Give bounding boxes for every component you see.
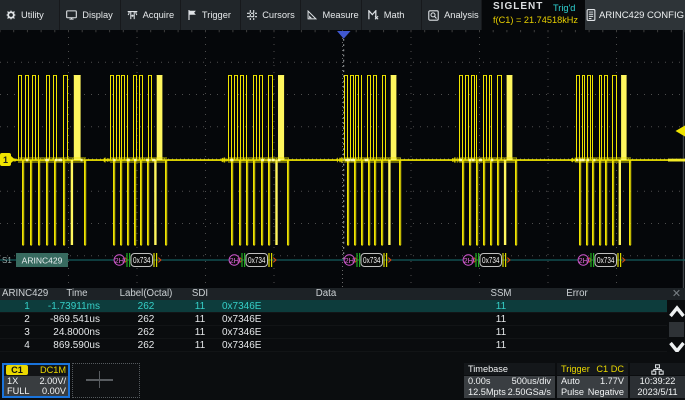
svg-text:0x734: 0x734	[482, 255, 500, 265]
svg-text:0x734: 0x734	[363, 255, 381, 265]
svg-text:2H: 2H	[115, 256, 125, 265]
svg-text:S1: S1	[2, 256, 12, 265]
svg-text:2H: 2H	[579, 256, 589, 265]
svg-text:1: 1	[3, 155, 8, 165]
svg-text:0x734: 0x734	[248, 255, 266, 265]
svg-text:0x734: 0x734	[597, 255, 615, 265]
svg-text:0x734: 0x734	[133, 255, 151, 265]
svg-text:ARINC429: ARINC429	[22, 256, 63, 266]
svg-text:2H: 2H	[230, 256, 240, 265]
svg-text:2H: 2H	[345, 256, 355, 265]
svg-text:2H: 2H	[464, 256, 474, 265]
